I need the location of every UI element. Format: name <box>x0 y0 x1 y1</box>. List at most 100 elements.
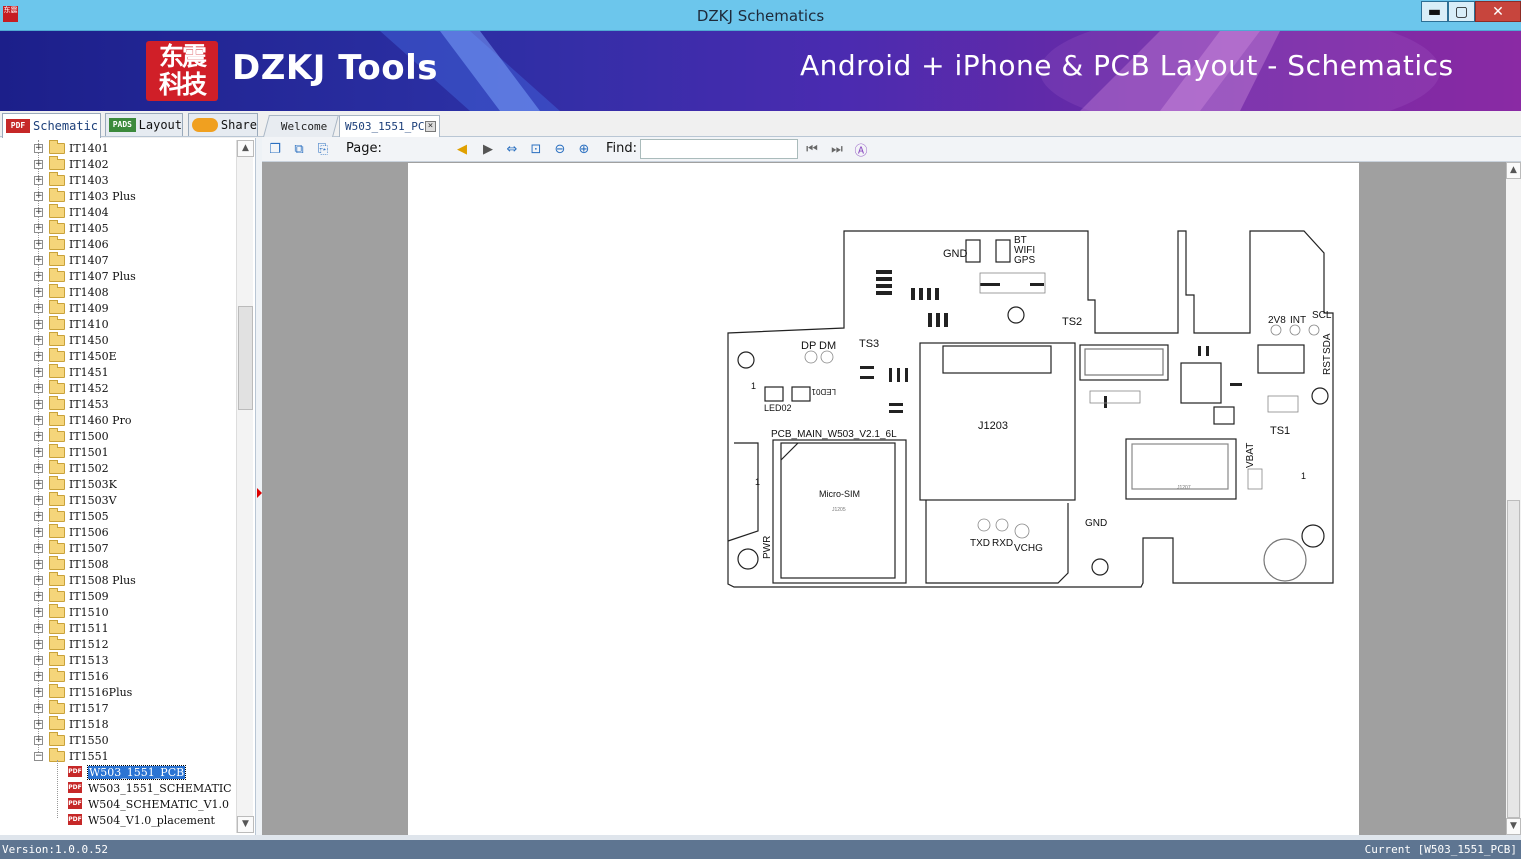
tree-folder-item[interactable]: + IT1502 <box>0 460 236 476</box>
tree-folder-item[interactable]: + IT1505 <box>0 508 236 524</box>
expand-icon[interactable]: + <box>34 208 43 217</box>
document-viewer[interactable]: GND BT WIFI GPS TS2 TS3 TS1 DP DM LED02 … <box>262 162 1506 835</box>
expand-icon[interactable]: + <box>34 192 43 201</box>
tree-folder-item[interactable]: + IT1513 <box>0 652 236 668</box>
expand-icon[interactable]: + <box>34 720 43 729</box>
match-case-icon[interactable]: Ⓐ <box>852 140 870 159</box>
expand-icon[interactable]: + <box>34 560 43 569</box>
tree-folder-item[interactable]: + IT1503K <box>0 476 236 492</box>
expand-icon[interactable]: + <box>34 368 43 377</box>
copy-page-icon[interactable]: ❐ <box>266 140 284 158</box>
tree-folder-item[interactable]: + IT1410 <box>0 316 236 332</box>
expand-icon[interactable]: + <box>34 256 43 265</box>
expand-icon[interactable]: + <box>34 144 43 153</box>
expand-icon[interactable]: + <box>34 608 43 617</box>
previous-page-icon[interactable]: ◀ <box>453 140 471 158</box>
expand-icon[interactable]: + <box>34 448 43 457</box>
tree-folder-item[interactable]: + IT1409 <box>0 300 236 316</box>
next-page-icon[interactable]: ▶ <box>479 140 497 158</box>
tree-folder-item[interactable]: + IT1408 <box>0 284 236 300</box>
expand-icon[interactable]: + <box>34 704 43 713</box>
expand-icon[interactable]: + <box>34 544 43 553</box>
tree-folder-item[interactable]: + IT1500 <box>0 428 236 444</box>
collapse-icon[interactable]: − <box>34 752 43 761</box>
fit-width-icon[interactable]: ⇔ <box>503 140 521 158</box>
tree-file-item[interactable]: PDF W504_SCHEMATIC_V1.0 <box>0 796 236 812</box>
expand-icon[interactable]: + <box>34 512 43 521</box>
expand-icon[interactable]: + <box>34 432 43 441</box>
tree-file-item[interactable]: PDF W504_V1.0_placement <box>0 812 236 828</box>
tree-folder-item[interactable]: + IT1453 <box>0 396 236 412</box>
tree-folder-item[interactable]: + IT1516 <box>0 668 236 684</box>
expand-icon[interactable]: + <box>34 672 43 681</box>
tree-folder-item[interactable]: + IT1450 <box>0 332 236 348</box>
tree-folder-item[interactable]: + IT1508 Plus <box>0 572 236 588</box>
expand-icon[interactable]: + <box>34 240 43 249</box>
tree-folder-item[interactable]: + IT1451 <box>0 364 236 380</box>
expand-icon[interactable]: + <box>34 480 43 489</box>
scroll-up-icon[interactable]: ▲ <box>237 140 254 157</box>
tab-layout[interactable]: PADS Layout <box>105 113 183 136</box>
tree-folder-item[interactable]: + IT1510 <box>0 604 236 620</box>
expand-icon[interactable]: + <box>34 416 43 425</box>
tree-file-item[interactable]: PDF W503_1551_PCB <box>0 764 236 780</box>
expand-icon[interactable]: + <box>34 304 43 313</box>
expand-icon[interactable]: + <box>34 384 43 393</box>
zoom-out-icon[interactable]: ⊖ <box>551 140 569 158</box>
tree-folder-item[interactable]: + IT1406 <box>0 236 236 252</box>
expand-icon[interactable]: + <box>34 576 43 585</box>
tree-folder-item[interactable]: + IT1501 <box>0 444 236 460</box>
maximize-button[interactable]: ▢ <box>1448 1 1475 22</box>
tab-welcome[interactable]: Welcome <box>263 115 339 137</box>
tree-folder-item[interactable]: + IT1550 <box>0 732 236 748</box>
expand-icon[interactable]: + <box>34 176 43 185</box>
expand-icon[interactable]: + <box>34 656 43 665</box>
tree-folder-item[interactable]: + IT1401 <box>0 140 236 156</box>
tree-folder-item[interactable]: + IT1507 <box>0 540 236 556</box>
tree-folder-item[interactable]: + IT1460 Pro <box>0 412 236 428</box>
tree-file-item[interactable]: PDF W503_1551_SCHEMATIC <box>0 780 236 796</box>
tree-folder-item[interactable]: − IT1551 <box>0 748 236 764</box>
tree-folder-item[interactable]: + IT1404 <box>0 204 236 220</box>
tree-scroll-thumb[interactable] <box>238 306 253 410</box>
tree-folder-item[interactable]: + IT1509 <box>0 588 236 604</box>
expand-icon[interactable]: + <box>34 400 43 409</box>
tree-folder-item[interactable]: + IT1405 <box>0 220 236 236</box>
tree-folder-item[interactable]: + IT1452 <box>0 380 236 396</box>
find-next-icon[interactable]: ⏭ <box>828 140 846 158</box>
tree-folder-item[interactable]: + IT1402 <box>0 156 236 172</box>
tree-folder-item[interactable]: + IT1407 Plus <box>0 268 236 284</box>
copy-all-icon[interactable]: ⎘ <box>314 140 332 158</box>
expand-icon[interactable]: + <box>34 224 43 233</box>
close-button[interactable]: ✕ <box>1475 1 1521 22</box>
tree-folder-item[interactable]: + IT1512 <box>0 636 236 652</box>
expand-icon[interactable]: + <box>34 496 43 505</box>
close-tab-icon[interactable]: × <box>425 121 436 132</box>
expand-icon[interactable]: + <box>34 688 43 697</box>
expand-icon[interactable]: + <box>34 592 43 601</box>
tree-scrollbar[interactable]: ▲ ▼ <box>236 140 254 833</box>
expand-icon[interactable]: + <box>34 528 43 537</box>
expand-icon[interactable]: + <box>34 288 43 297</box>
find-previous-icon[interactable]: ⏮ <box>803 140 821 158</box>
tree-folder-item[interactable]: + IT1450E <box>0 348 236 364</box>
expand-icon[interactable]: + <box>34 352 43 361</box>
tab-share[interactable]: Share <box>188 113 258 136</box>
expand-icon[interactable]: + <box>34 320 43 329</box>
tree-folder-item[interactable]: + IT1517 <box>0 700 236 716</box>
tree-folder-item[interactable]: + IT1516Plus <box>0 684 236 700</box>
tree-folder-item[interactable]: + IT1508 <box>0 556 236 572</box>
expand-icon[interactable]: + <box>34 640 43 649</box>
tree-folder-item[interactable]: + IT1518 <box>0 716 236 732</box>
viewer-scrollbar[interactable]: ▲ ▼ <box>1506 162 1521 835</box>
expand-icon[interactable]: + <box>34 272 43 281</box>
tree-folder-item[interactable]: + IT1403 Plus <box>0 188 236 204</box>
expand-icon[interactable]: + <box>34 736 43 745</box>
zoom-in-icon[interactable]: ⊕ <box>575 140 593 158</box>
viewer-scroll-up-icon[interactable]: ▲ <box>1506 162 1521 179</box>
tree-folder-item[interactable]: + IT1403 <box>0 172 236 188</box>
find-input[interactable] <box>640 139 798 159</box>
tree-folder-item[interactable]: + IT1503V <box>0 492 236 508</box>
tree-folder-item[interactable]: + IT1506 <box>0 524 236 540</box>
viewer-scroll-thumb[interactable] <box>1507 500 1520 818</box>
